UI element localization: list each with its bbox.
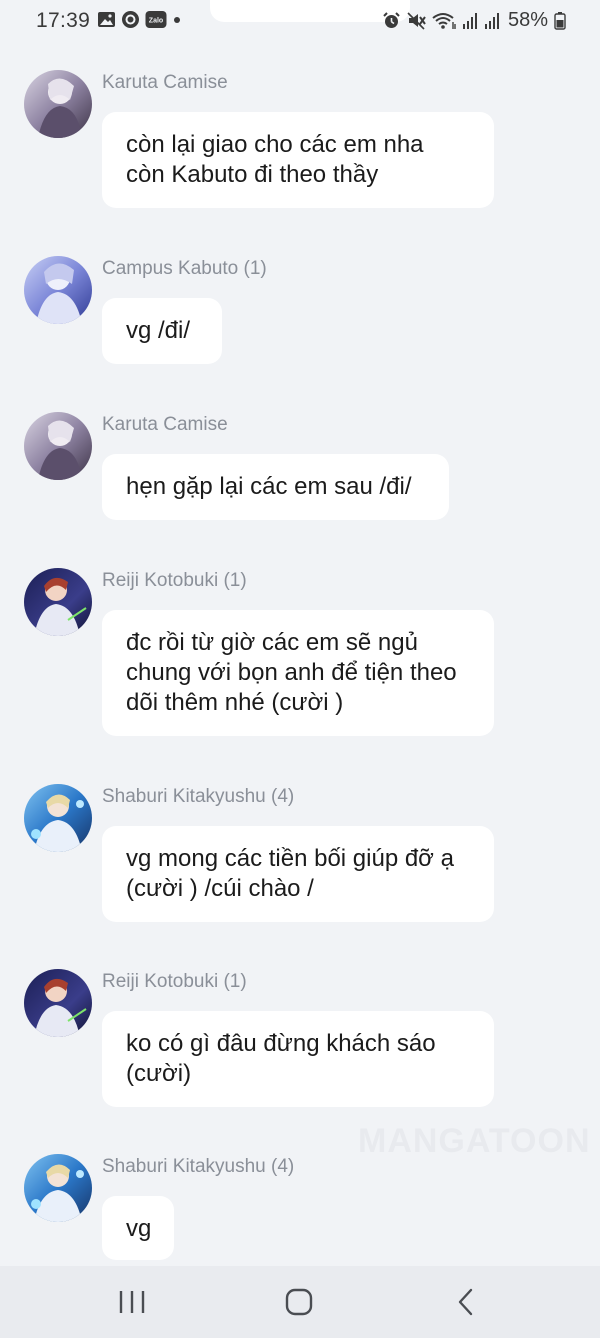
sender-name: Campus Kabuto (1) [102, 258, 267, 279]
recent-apps-icon[interactable] [112, 1284, 152, 1320]
message-bubble[interactable]: còn lại giao cho các em nha còn Kabuto đ… [102, 112, 494, 208]
svg-text:Zalo: Zalo [149, 18, 163, 25]
avatar[interactable] [24, 1154, 92, 1222]
message-bubble[interactable]: vg [102, 1196, 174, 1260]
dot-icon [172, 10, 182, 29]
watermark: MANGATOON [358, 1122, 591, 1160]
signal-icon [462, 11, 478, 30]
alarm-icon [382, 11, 401, 30]
message-bubble[interactable]: vg mong các tiền bối giúp đỡ ạ (cười ) /… [102, 826, 494, 922]
message-bubble[interactable]: hẹn gặp lại các em sau /đi/ [102, 454, 449, 520]
sender-name: Shaburi Kitakyushu (4) [102, 786, 295, 807]
sender-name: Reiji Kotobuki (1) [102, 971, 247, 992]
mute-icon [407, 11, 426, 30]
sender-name: Reiji Kotobuki (1) [102, 570, 247, 591]
back-icon[interactable] [447, 1284, 487, 1320]
chat-screen: 17:39 Zalo 58% Karuta Camise còn lại gia… [0, 0, 600, 1338]
avatar[interactable] [24, 568, 92, 636]
notification-icons: Zalo [97, 10, 182, 29]
battery-percent: 58% [507, 9, 548, 31]
avatar[interactable] [24, 256, 92, 324]
sender-name: Karuta Camise [102, 72, 228, 93]
system-icons: 58% [382, 9, 566, 32]
sender-name: Karuta Camise [102, 414, 228, 435]
message-bubble[interactable]: đc rồi từ giờ các em sẽ ngủ chung với bọ… [102, 610, 494, 736]
signal-icon-2 [484, 11, 500, 30]
avatar[interactable] [24, 969, 92, 1037]
sender-name: Shaburi Kitakyushu (4) [102, 1156, 295, 1177]
circle-app-icon [121, 10, 140, 29]
message-bubble[interactable]: ko có gì đâu đừng khách sáo (cười) [102, 1011, 494, 1107]
navigation-bar [0, 1266, 600, 1338]
status-bar: 17:39 Zalo 58% [0, 0, 600, 40]
avatar[interactable] [24, 412, 92, 480]
status-time: 17:39 [36, 9, 91, 32]
zalo-icon: Zalo [145, 10, 167, 29]
wifi-icon [432, 11, 456, 30]
message-bubble[interactable]: vg /đi/ [102, 298, 222, 364]
home-icon[interactable] [279, 1284, 319, 1320]
image-icon [97, 10, 116, 29]
avatar[interactable] [24, 70, 92, 138]
battery-icon [554, 11, 566, 30]
avatar[interactable] [24, 784, 92, 852]
